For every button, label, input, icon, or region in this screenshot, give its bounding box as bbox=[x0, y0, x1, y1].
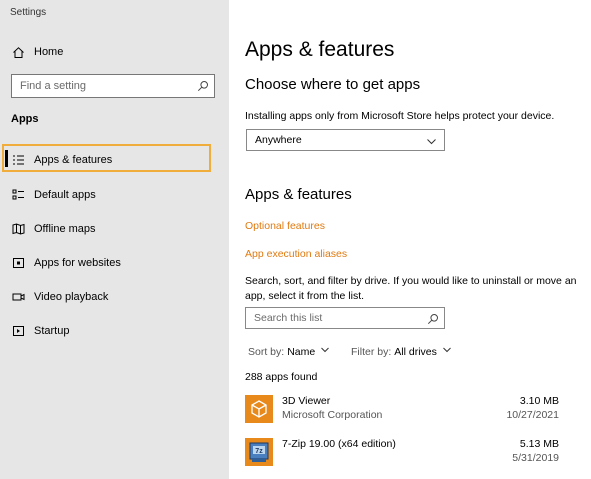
startup-icon bbox=[11, 324, 25, 338]
dropdown-value: Anywhere bbox=[255, 134, 302, 146]
sidebar-item-offline-maps[interactable]: Offline maps bbox=[0, 216, 229, 242]
page-title: Apps & features bbox=[245, 38, 395, 61]
video-icon bbox=[11, 290, 25, 304]
optional-features-link[interactable]: Optional features bbox=[245, 220, 325, 232]
sidebar-item-label: Startup bbox=[34, 325, 70, 337]
web-app-icon bbox=[11, 256, 25, 270]
apps-count: 288 apps found bbox=[245, 371, 318, 383]
app-publisher: Microsoft Corporation bbox=[282, 409, 383, 421]
filter-value: All drives bbox=[394, 345, 437, 358]
filter-label: Filter by: bbox=[351, 345, 392, 358]
sort-label: Sort by: bbox=[248, 345, 285, 358]
app-source-dropdown[interactable]: Anywhere bbox=[246, 129, 445, 151]
sidebar-item-startup[interactable]: Startup bbox=[0, 318, 229, 344]
app-size: 3.10 MB bbox=[519, 395, 559, 407]
sidebar-item-default-apps[interactable]: Default apps bbox=[0, 182, 229, 208]
search-list-placeholder: Search this list bbox=[254, 312, 323, 324]
3d-viewer-icon bbox=[245, 395, 273, 423]
sidebar-section-title: Apps bbox=[11, 113, 39, 125]
app-date: 10/27/2021 bbox=[506, 409, 559, 421]
sort-value: Name bbox=[287, 345, 316, 358]
search-icon[interactable] bbox=[197, 79, 209, 97]
search-icon[interactable] bbox=[427, 312, 439, 330]
list-icon bbox=[11, 153, 25, 167]
sidebar-item-apps-features[interactable]: Apps & features bbox=[0, 147, 229, 173]
find-setting-input[interactable]: Find a setting bbox=[11, 74, 215, 98]
app-size: 5.13 MB bbox=[519, 438, 559, 450]
app-list-item[interactable]: 3D Viewer Microsoft Corporation 3.10 MB … bbox=[245, 395, 563, 429]
search-list-input[interactable]: Search this list bbox=[245, 307, 445, 329]
app-list-item[interactable]: 7z 7-Zip 19.00 (x64 edition) 5.13 MB 5/3… bbox=[245, 438, 563, 472]
home-icon bbox=[11, 45, 25, 59]
sidebar-item-home[interactable]: Home bbox=[0, 39, 229, 65]
chevron-down-icon bbox=[442, 345, 452, 358]
choose-description: Installing apps only from Microsoft Stor… bbox=[245, 110, 555, 122]
sidebar-item-apps-for-websites[interactable]: Apps for websites bbox=[0, 250, 229, 276]
main-content: Apps & features Choose where to get apps… bbox=[229, 0, 591, 479]
features-heading: Apps & features bbox=[245, 186, 352, 203]
sidebar-item-label: Apps for websites bbox=[34, 257, 121, 269]
app-date: 5/31/2019 bbox=[512, 452, 559, 464]
find-setting-placeholder: Find a setting bbox=[20, 80, 87, 92]
chevron-down-icon bbox=[320, 345, 330, 358]
sidebar-item-label: Home bbox=[34, 46, 64, 58]
sidebar-item-label: Default apps bbox=[34, 189, 96, 201]
default-apps-icon bbox=[11, 188, 25, 202]
choose-heading: Choose where to get apps bbox=[245, 76, 421, 93]
sidebar-item-label: Video playback bbox=[34, 291, 109, 303]
window-title: Settings bbox=[10, 7, 47, 18]
app-execution-aliases-link[interactable]: App execution aliases bbox=[245, 248, 347, 260]
sidebar: Settings Home Find a setting Apps Apps &… bbox=[0, 0, 229, 479]
map-icon bbox=[11, 222, 25, 236]
settings-window: Settings Home Find a setting Apps Apps &… bbox=[0, 0, 591, 479]
sidebar-item-video-playback[interactable]: Video playback bbox=[0, 284, 229, 310]
app-name: 3D Viewer bbox=[282, 395, 331, 407]
sidebar-item-label: Offline maps bbox=[34, 223, 96, 235]
sort-by-dropdown[interactable]: Sort by: Name bbox=[248, 345, 330, 358]
sidebar-item-label: Apps & features bbox=[34, 154, 113, 166]
app-name: 7-Zip 19.00 (x64 edition) bbox=[282, 438, 396, 450]
chevron-down-icon bbox=[426, 134, 437, 152]
search-description-line2: app, select it from the list. bbox=[245, 290, 365, 302]
7zip-icon: 7z bbox=[245, 438, 273, 466]
svg-text:7z: 7z bbox=[255, 448, 263, 455]
filter-by-dropdown[interactable]: Filter by: All drives bbox=[351, 345, 452, 358]
search-description-line1: Search, sort, and filter by drive. If yo… bbox=[245, 275, 577, 287]
